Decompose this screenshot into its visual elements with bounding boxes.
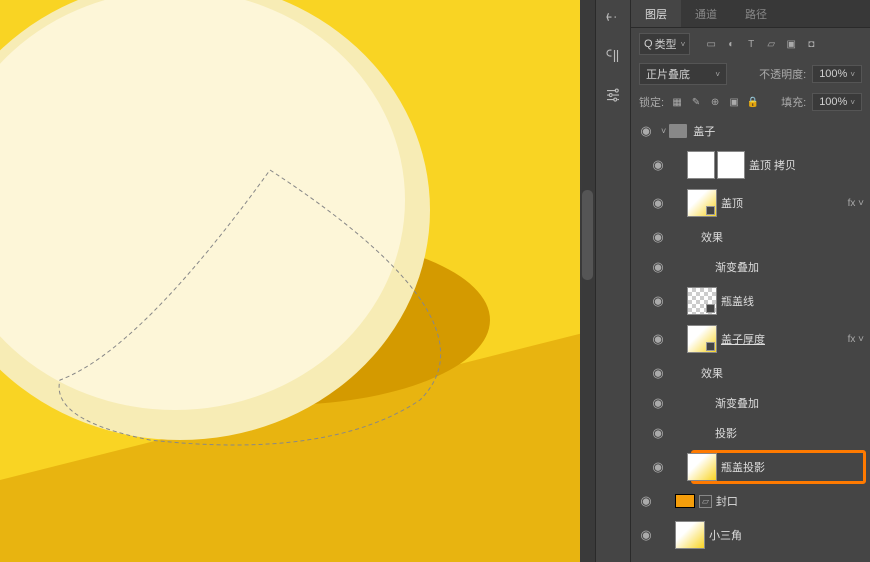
layer-thumbnail [687, 453, 717, 481]
blend-mode-select[interactable]: 正片叠底 ˅ [639, 63, 727, 85]
tab-layers[interactable]: 图层 [631, 0, 681, 27]
fx-toggle[interactable]: fx ˅ [848, 198, 864, 209]
filter-icons: ▭ ◐ T ▱ ▣ ◘ [704, 37, 818, 51]
search-icon: Q [644, 38, 653, 50]
collapsed-panels [595, 0, 630, 562]
visibility-toggle[interactable]: ◉ [643, 195, 673, 211]
filter-type-select[interactable]: Q 类型 ˅ [639, 33, 690, 55]
visibility-toggle[interactable]: ◉ [631, 123, 661, 139]
layer-name: 封口 [716, 493, 864, 509]
lock-label: 锁定: [639, 94, 664, 110]
lock-icons: ▦ ✎ ⊕ ▣ 🔒 [670, 95, 760, 109]
visibility-toggle[interactable]: ◉ [643, 229, 673, 245]
layers-list: ◉ ˅ 盖子 ◉ 盖顶 拷贝 ◉ 盖顶 fx ˅ ◉ 效果 ◉ 渐变叠加 ◉ 瓶… [631, 116, 870, 562]
filter-text-icon[interactable]: T [744, 37, 758, 51]
layer-group[interactable]: ◉ ˅ 盖子 [631, 116, 870, 146]
reveal-icon[interactable] [604, 8, 622, 29]
visibility-toggle[interactable]: ◉ [643, 425, 673, 441]
layer-thumbnail [675, 521, 705, 549]
fill-input[interactable]: 100% ˅ [812, 93, 862, 111]
layer-item[interactable]: ◉ 小三角 [631, 516, 870, 554]
filter-smart-icon[interactable]: ▣ [784, 37, 798, 51]
fx-item: 渐变叠加 [715, 395, 864, 411]
layer-name: 盖顶 [721, 195, 848, 211]
fill-label: 填充: [781, 94, 806, 110]
visibility-toggle[interactable]: ◉ [643, 331, 673, 347]
scrollbar-thumb[interactable] [582, 190, 593, 280]
visibility-toggle[interactable]: ◉ [643, 259, 673, 275]
fx-row[interactable]: ◉ 投影 [631, 418, 870, 448]
layer-thumbnail [687, 287, 717, 315]
tab-paths[interactable]: 路径 [731, 0, 781, 27]
fx-item: 渐变叠加 [715, 259, 864, 275]
layer-item[interactable]: ◉ ▱ 封口 [631, 486, 870, 516]
layer-name: 盖子厚度 [721, 331, 848, 347]
shape-icon: ▱ [699, 495, 712, 508]
adjustments-icon[interactable] [604, 86, 622, 107]
layers-panel: 图层 通道 路径 Q 类型 ˅ ▭ ◐ T ▱ ▣ ◘ 正片叠底 ˅ 不透明度:… [630, 0, 870, 562]
layer-name: 盖顶 拷贝 [749, 157, 864, 173]
fx-row[interactable]: ◉ 效果 [631, 222, 870, 252]
filter-type-label: 类型 [655, 36, 677, 52]
filter-pixel-icon[interactable]: ▭ [704, 37, 718, 51]
layer-thumbnail [687, 151, 745, 179]
layer-name: 瓶盖线 [721, 293, 864, 309]
lock-move-icon[interactable]: ⊕ [708, 95, 722, 109]
fx-head: 效果 [701, 229, 864, 245]
blend-mode-label: 正片叠底 [646, 66, 690, 82]
lock-all-icon[interactable]: 🔒 [746, 95, 760, 109]
chevron-down-icon: ˅ [850, 70, 855, 79]
layer-item[interactable]: ◉ 盖子厚度 fx ˅ [631, 320, 870, 358]
layer-item-selected[interactable]: ◉ 瓶盖投影 [631, 448, 870, 486]
opacity-input[interactable]: 100% ˅ [812, 65, 862, 83]
fx-item: 投影 [715, 425, 864, 441]
layer-name: 瓶盖投影 [721, 459, 864, 475]
lock-artboard-icon[interactable]: ▣ [727, 95, 741, 109]
blend-row: 正片叠底 ˅ 不透明度: 100% ˅ [631, 60, 870, 88]
fx-row[interactable]: ◉ 效果 [631, 358, 870, 388]
lock-brush-icon[interactable]: ✎ [689, 95, 703, 109]
canvas-area[interactable] [0, 0, 595, 562]
layer-thumbnail [687, 189, 717, 217]
layer-item[interactable]: ◉ 盖顶 拷贝 [631, 146, 870, 184]
group-toggle-icon[interactable]: ˅ [661, 126, 666, 136]
panel-tabs: 图层 通道 路径 [631, 0, 870, 28]
visibility-toggle[interactable]: ◉ [643, 365, 673, 381]
tab-channels[interactable]: 通道 [681, 0, 731, 27]
layer-name: 盖子 [693, 123, 864, 139]
visibility-toggle[interactable]: ◉ [643, 157, 673, 173]
opacity-label: 不透明度: [759, 66, 806, 82]
filter-adjust-icon[interactable]: ◐ [724, 37, 738, 51]
chevron-down-icon: ˅ [715, 70, 720, 79]
fx-row[interactable]: ◉ 渐变叠加 [631, 388, 870, 418]
layer-filter-row: Q 类型 ˅ ▭ ◐ T ▱ ▣ ◘ [631, 28, 870, 60]
layer-name: 小三角 [709, 527, 864, 543]
shape-swatch [675, 494, 695, 508]
visibility-toggle[interactable]: ◉ [643, 459, 673, 475]
vertical-scrollbar[interactable] [580, 0, 595, 562]
chevron-down-icon: ˅ [681, 40, 686, 49]
canvas-content [0, 0, 595, 562]
filter-artboard-icon[interactable]: ◘ [804, 37, 818, 51]
fx-row[interactable]: ◉ 渐变叠加 [631, 252, 870, 282]
lock-row: 锁定: ▦ ✎ ⊕ ▣ 🔒 填充: 100% ˅ [631, 88, 870, 116]
opacity-value: 100% [819, 68, 847, 80]
folder-icon [669, 124, 687, 138]
visibility-toggle[interactable]: ◉ [631, 493, 661, 509]
fill-value: 100% [819, 96, 847, 108]
filter-shape-icon[interactable]: ▱ [764, 37, 778, 51]
visibility-toggle[interactable]: ◉ [643, 293, 673, 309]
fx-toggle[interactable]: fx ˅ [848, 334, 864, 345]
layer-thumbnail [687, 325, 717, 353]
layer-item[interactable]: ◉ 瓶盖线 [631, 282, 870, 320]
visibility-toggle[interactable]: ◉ [631, 527, 661, 543]
lock-transparency-icon[interactable]: ▦ [670, 95, 684, 109]
fx-head: 效果 [701, 365, 864, 381]
layer-item[interactable]: ◉ 盖顶 fx ˅ [631, 184, 870, 222]
chevron-down-icon: ˅ [850, 98, 855, 107]
visibility-toggle[interactable]: ◉ [643, 395, 673, 411]
paragraph-icon[interactable] [604, 47, 622, 68]
